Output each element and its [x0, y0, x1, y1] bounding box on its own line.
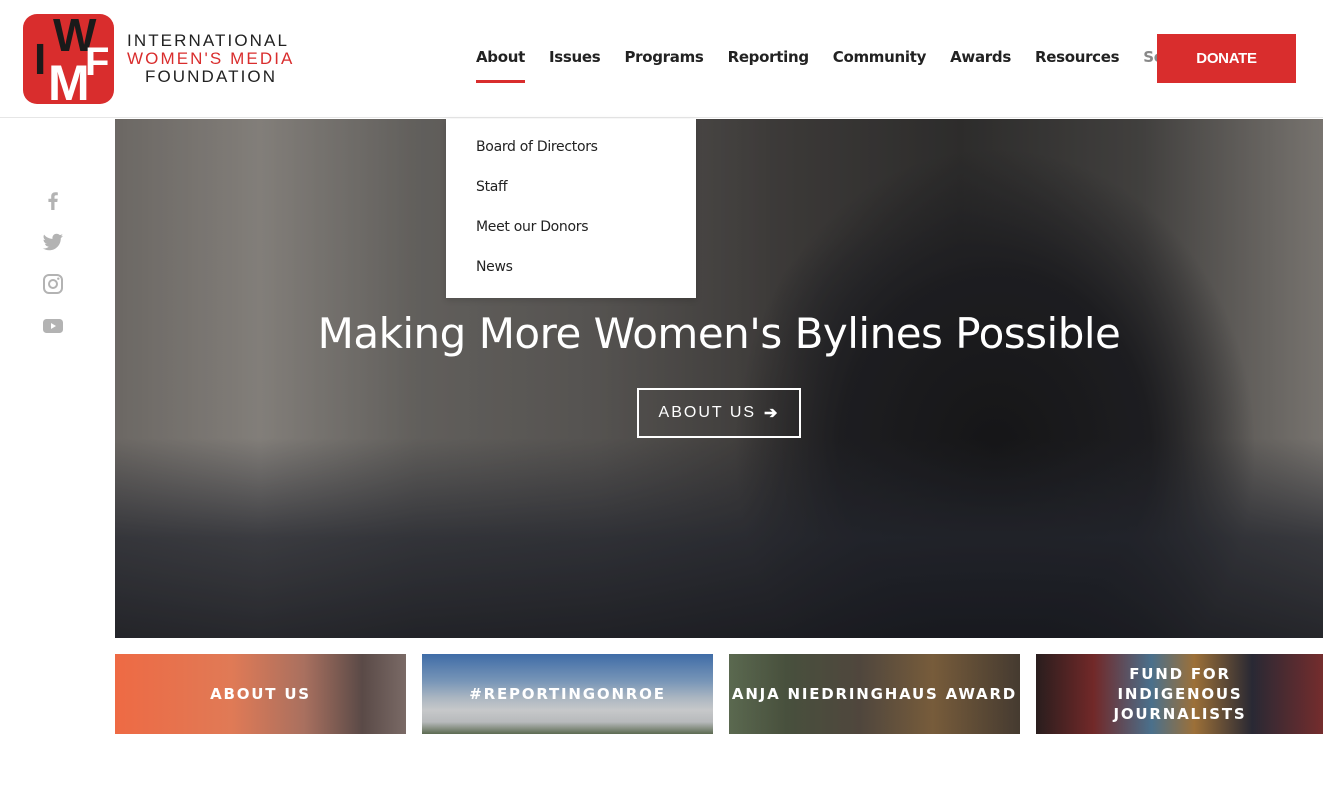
- hero-content: Making More Women's Bylines Possible ABO…: [115, 309, 1323, 438]
- facebook-link[interactable]: [41, 188, 65, 212]
- twitter-link[interactable]: [41, 230, 65, 254]
- hero-title: Making More Women's Bylines Possible: [317, 309, 1121, 358]
- logo-mark: I W M F: [23, 14, 114, 104]
- youtube-icon: [43, 319, 63, 333]
- card-about-us[interactable]: ABOUT US: [115, 654, 406, 734]
- logo-wordmark: INTERNATIONAL WOMEN'S MEDIA FOUNDATION: [127, 32, 295, 86]
- about-us-button[interactable]: ABOUT US ➔: [636, 388, 802, 438]
- nav-item-about[interactable]: About: [476, 48, 525, 83]
- twitter-icon: [42, 233, 63, 251]
- nav-item-community[interactable]: Community: [833, 48, 927, 66]
- donate-button[interactable]: DONATE: [1157, 34, 1296, 83]
- dropdown-item-meet-our-donors[interactable]: Meet our Donors: [446, 219, 696, 259]
- logo-letter: M: [48, 55, 90, 104]
- hero-banner: Making More Women's Bylines Possible ABO…: [115, 119, 1323, 638]
- nav-item-resources[interactable]: Resources: [1035, 48, 1120, 66]
- dropdown-item-staff[interactable]: Staff: [446, 179, 696, 219]
- logo-letter: I: [34, 35, 47, 84]
- nav-item-issues[interactable]: Issues: [549, 48, 601, 66]
- main-nav: About Issues Programs Reporting Communit…: [476, 48, 1218, 83]
- card-reporting-on-roe[interactable]: #REPORTINGONROE: [422, 654, 713, 734]
- card-label: #REPORTINGONROE: [469, 685, 666, 703]
- about-dropdown-menu: Board of Directors Staff Meet our Donors…: [446, 119, 696, 298]
- instagram-icon: [43, 274, 63, 294]
- nav-item-reporting[interactable]: Reporting: [728, 48, 810, 66]
- site-header: I W M F INTERNATIONAL WOMEN'S MEDIA FOUN…: [0, 0, 1323, 118]
- dropdown-item-board-of-directors[interactable]: Board of Directors: [446, 139, 696, 179]
- logo-line-2: WOMEN'S MEDIA: [127, 49, 295, 68]
- card-label: FUND FOR INDIGENOUS JOURNALISTS: [1113, 665, 1247, 723]
- nav-item-awards[interactable]: Awards: [950, 48, 1011, 66]
- logo-line-1: INTERNATIONAL: [127, 31, 290, 50]
- arrow-right-icon: ➔: [764, 405, 780, 422]
- card-label: ANJA NIEDRINGHAUS AWARD: [731, 685, 1018, 703]
- logo-letter: F: [85, 40, 110, 84]
- facebook-icon: [48, 192, 58, 210]
- logo-line-3: FOUNDATION: [145, 67, 278, 86]
- instagram-link[interactable]: [41, 272, 65, 296]
- about-us-button-label: ABOUT US: [658, 404, 757, 421]
- youtube-link[interactable]: [41, 314, 65, 338]
- social-links: [41, 188, 65, 356]
- site-logo[interactable]: I W M F INTERNATIONAL WOMEN'S MEDIA FOUN…: [23, 14, 295, 104]
- feature-cards: ABOUT US #REPORTINGONROE ANJA NIEDRINGHA…: [115, 654, 1323, 734]
- card-label: ABOUT US: [210, 685, 311, 703]
- card-fund-for-indigenous-journalists[interactable]: FUND FOR INDIGENOUS JOURNALISTS: [1036, 654, 1323, 734]
- card-anja-niedringhaus-award[interactable]: ANJA NIEDRINGHAUS AWARD: [729, 654, 1020, 734]
- dropdown-item-news[interactable]: News: [446, 259, 696, 299]
- nav-item-programs[interactable]: Programs: [624, 48, 703, 66]
